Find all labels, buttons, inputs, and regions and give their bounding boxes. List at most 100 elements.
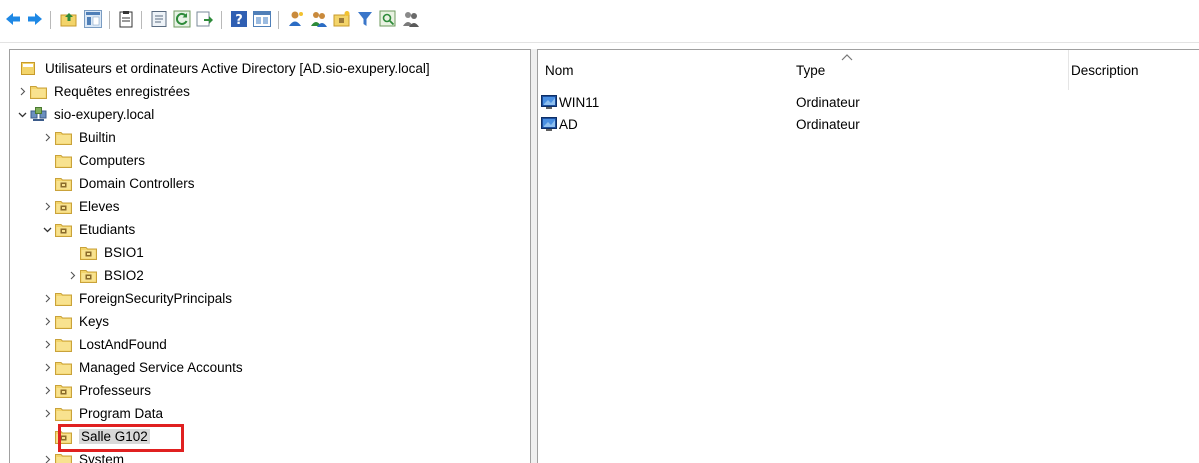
list-item[interactable]: WIN11 xyxy=(541,91,599,113)
column-header-description[interactable]: Description xyxy=(1071,50,1199,90)
view-icon[interactable] xyxy=(253,10,271,28)
column-header-name[interactable]: Nom xyxy=(545,50,795,90)
expand-chevron-icon[interactable] xyxy=(14,80,30,102)
tree-item-label: Builtin xyxy=(79,129,116,145)
help-icon[interactable]: ? xyxy=(230,10,248,28)
tree-root-label: Utilisateurs et ordinateurs Active Direc… xyxy=(45,60,430,76)
list-item-type: Ordinateur xyxy=(796,94,860,110)
toolbar-separator xyxy=(109,11,110,29)
filter-icon[interactable] xyxy=(356,10,374,28)
tree-item-label: ForeignSecurityPrincipals xyxy=(79,290,233,306)
tree-item-lostandfound[interactable]: LostAndFound xyxy=(39,333,167,355)
details-list[interactable]: Nom Type Description WIN11 Ordinateur AD Or… xyxy=(537,49,1199,463)
organizational-unit-icon xyxy=(55,221,73,237)
computer-icon xyxy=(541,94,557,110)
tree-item-label: Eleves xyxy=(79,198,120,214)
toolbar-separator xyxy=(221,11,222,29)
toolbar: ? xyxy=(0,0,1199,44)
column-header-type[interactable]: Type xyxy=(796,50,1068,90)
tree-item-domain-controllers[interactable]: Domain Controllers xyxy=(39,172,195,194)
expand-chevron-icon[interactable] xyxy=(39,333,55,355)
tree-item-label: Domain Controllers xyxy=(79,175,195,191)
organizational-unit-icon xyxy=(55,198,73,214)
back-icon[interactable] xyxy=(4,10,22,28)
sort-ascending-icon xyxy=(841,54,853,61)
add-to-group-icon[interactable] xyxy=(402,10,420,28)
tree-item-bsio2[interactable]: BSIO2 xyxy=(64,264,144,286)
export-list-icon[interactable] xyxy=(196,10,214,28)
toolbar-separator xyxy=(278,11,279,29)
list-item-type: Ordinateur xyxy=(796,116,860,132)
tree-item-label: LostAndFound xyxy=(79,336,167,352)
organizational-unit-icon xyxy=(55,175,73,191)
expand-chevron-icon[interactable] xyxy=(39,126,55,148)
tree-item-label: Requêtes enregistrées xyxy=(54,83,190,99)
selection-highlight xyxy=(58,424,184,452)
tree-item-program-data[interactable]: Program Data xyxy=(39,402,163,424)
expand-chevron-icon[interactable] xyxy=(39,402,55,424)
new-ou-icon[interactable] xyxy=(333,10,351,28)
expand-chevron-icon[interactable] xyxy=(39,448,55,463)
tree-item-label: Computers xyxy=(79,152,146,168)
folder-icon xyxy=(55,290,73,306)
tree-item-computers[interactable]: Computers xyxy=(39,149,145,171)
expand-chevron-icon[interactable] xyxy=(39,379,55,401)
forward-icon[interactable] xyxy=(26,10,44,28)
tree-item-label: BSIO1 xyxy=(104,244,144,260)
tree-item-foreignsecurityprincipals[interactable]: ForeignSecurityPrincipals xyxy=(39,287,232,309)
snapin-root-icon xyxy=(21,60,39,76)
organizational-unit-icon xyxy=(80,244,98,260)
tree-item-label: Etudiants xyxy=(79,221,136,237)
collapse-chevron-icon[interactable] xyxy=(39,218,55,240)
tree-item-eleves[interactable]: Eleves xyxy=(39,195,120,217)
up-folder-icon[interactable] xyxy=(60,10,78,28)
tree-item-requ-tes-enregistr-es[interactable]: Requêtes enregistrées xyxy=(14,80,190,102)
column-separator[interactable] xyxy=(1068,50,1069,90)
find-icon[interactable] xyxy=(379,10,397,28)
expand-chevron-icon[interactable] xyxy=(64,264,80,286)
properties-icon[interactable] xyxy=(150,10,168,28)
tree-item-etudiants[interactable]: Etudiants xyxy=(39,218,135,240)
tree-item-label: BSIO2 xyxy=(104,267,144,283)
tree-item-sio-exupery-local[interactable]: sio-exupery.local xyxy=(14,103,154,125)
tree-item-label: System xyxy=(79,451,125,463)
tree-item-label: sio-exupery.local xyxy=(54,106,155,122)
new-user-icon[interactable] xyxy=(287,10,305,28)
tree-item-professeurs[interactable]: Professeurs xyxy=(39,379,151,401)
refresh-icon[interactable] xyxy=(173,10,191,28)
toolbar-divider xyxy=(0,42,1199,43)
console-tree[interactable]: Utilisateurs et ordinateurs Active Direc… xyxy=(9,49,531,463)
tree-item-bsio1[interactable]: BSIO1 xyxy=(64,241,144,263)
toolbar-separator xyxy=(141,11,142,29)
tree-item-label: Keys xyxy=(79,313,110,329)
list-item-name: WIN11 xyxy=(559,94,600,110)
folder-icon xyxy=(55,152,73,168)
expand-chevron-icon[interactable] xyxy=(39,356,55,378)
organizational-unit-icon xyxy=(55,382,73,398)
expand-chevron-icon[interactable] xyxy=(39,310,55,332)
show-console-tree-icon[interactable] xyxy=(84,10,102,28)
toolbar-separator xyxy=(50,11,51,29)
domain-icon xyxy=(30,106,48,122)
folder-icon xyxy=(55,313,73,329)
tree-root[interactable]: Utilisateurs et ordinateurs Active Direc… xyxy=(21,57,430,79)
tree-item-keys[interactable]: Keys xyxy=(39,310,109,332)
folder-icon xyxy=(55,359,73,375)
computer-icon xyxy=(541,116,557,132)
expand-chevron-icon[interactable] xyxy=(39,287,55,309)
expand-chevron-icon[interactable] xyxy=(39,195,55,217)
tree-item-label: Program Data xyxy=(79,405,164,421)
tree-item-builtin[interactable]: Builtin xyxy=(39,126,116,148)
tree-item-label: Professeurs xyxy=(79,382,152,398)
folder-icon xyxy=(55,451,73,463)
folder-icon xyxy=(55,336,73,352)
folder-icon xyxy=(30,83,48,99)
new-group-icon[interactable] xyxy=(310,10,328,28)
list-item[interactable]: AD xyxy=(541,113,578,135)
tree-item-managed-service-accounts[interactable]: Managed Service Accounts xyxy=(39,356,243,378)
clipboard-icon[interactable] xyxy=(117,10,135,28)
collapse-chevron-icon[interactable] xyxy=(14,103,30,125)
